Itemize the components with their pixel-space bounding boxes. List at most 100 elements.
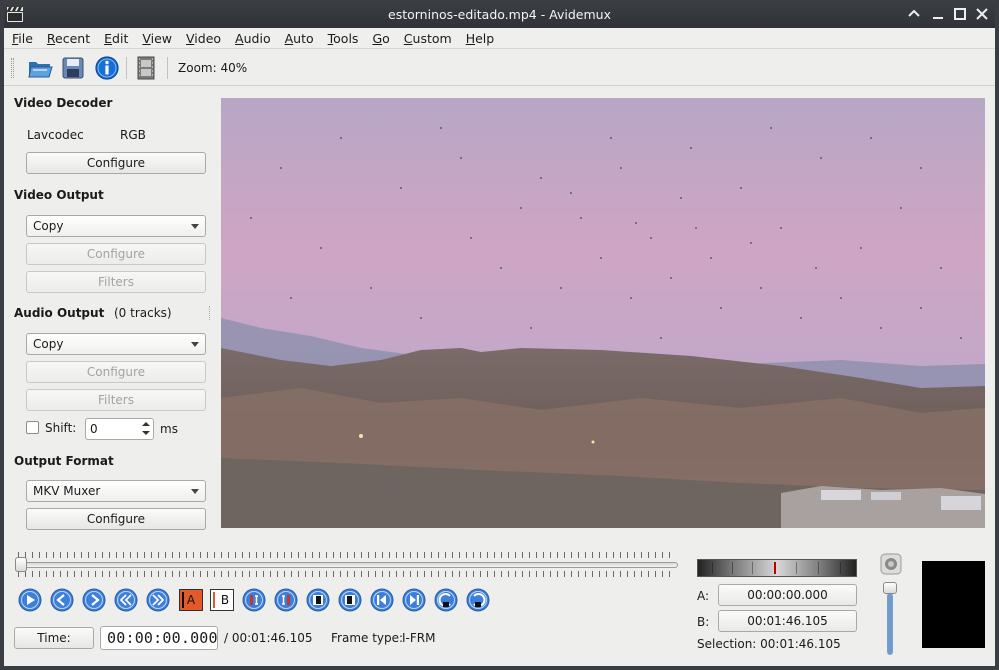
speaker-icon[interactable]: [880, 553, 902, 575]
menu-view[interactable]: View: [142, 31, 172, 46]
marker-b-letter: B: [220, 593, 230, 607]
audio-filters-button[interactable]: Filters: [26, 389, 206, 411]
output-format-value: MKV Muxer: [33, 484, 101, 498]
menu-tools[interactable]: Tools: [328, 31, 359, 46]
current-time-field[interactable]: 00:00:00.000: [100, 626, 218, 650]
next-keyframe-icon[interactable]: [146, 588, 170, 612]
previous-keyframe-icon[interactable]: [114, 588, 138, 612]
selection-duration: Selection: 00:01:46.105: [697, 637, 841, 651]
chevron-up-icon[interactable]: [906, 6, 922, 22]
frame-type-value: I-FRM: [402, 631, 436, 645]
toolbar-separator: [126, 57, 127, 79]
toolbar: Zoom: 40%: [4, 50, 995, 86]
go-first-frame-icon[interactable]: [306, 588, 330, 612]
info-icon[interactable]: [93, 54, 121, 82]
menu-recent[interactable]: Recent: [47, 31, 90, 46]
shift-unit: ms: [160, 422, 178, 436]
shift-checkbox[interactable]: [26, 421, 39, 434]
set-marker-b-icon[interactable]: B: [210, 589, 234, 611]
play-icon[interactable]: [18, 588, 42, 612]
volume-slider[interactable]: [887, 593, 893, 655]
audio-configure-button[interactable]: Configure: [26, 361, 206, 383]
settings-panel: Video Decoder Lavcodec RGB Configure Vid…: [4, 88, 214, 536]
shift-spinbox[interactable]: 0: [85, 418, 154, 440]
dropdown-arrow-icon: [191, 224, 199, 229]
timeline-slider[interactable]: [18, 562, 678, 568]
video-output-value: Copy: [33, 219, 64, 233]
video-filters-button[interactable]: Filters: [26, 271, 206, 293]
timeline-ticks: [18, 552, 674, 558]
title-bar: estorninos-editado.mp4 - Avidemux: [0, 0, 999, 28]
jog-tick: [712, 562, 713, 574]
previous-cut-icon[interactable]: [434, 588, 458, 612]
jog-shuttle[interactable]: [697, 559, 857, 577]
jog-tick: [818, 562, 819, 574]
toolbar-handle[interactable]: [11, 58, 14, 78]
decoder-configure-button[interactable]: Configure: [26, 152, 206, 174]
audio-meter: [922, 561, 985, 648]
set-marker-a-icon[interactable]: A: [179, 589, 203, 611]
close-icon[interactable]: [974, 6, 990, 22]
go-last-frame-icon[interactable]: [338, 588, 362, 612]
output-format-heading: Output Format: [14, 454, 114, 468]
marker-bar: [213, 592, 215, 608]
zoom-label: Zoom: 40%: [178, 61, 248, 75]
video-configure-button[interactable]: Configure: [26, 243, 206, 265]
next-black-frame-icon[interactable]: [274, 588, 298, 612]
total-duration: / 00:01:46.105: [224, 631, 313, 645]
jog-tick: [732, 562, 733, 574]
decoder-format: RGB: [120, 128, 146, 142]
menu-help[interactable]: Help: [466, 31, 495, 46]
video-preview[interactable]: [221, 98, 985, 528]
marker-bar: [182, 592, 184, 608]
toolbar-separator: [167, 57, 168, 79]
shift-value: 0: [90, 422, 98, 436]
video-output-select[interactable]: Copy: [26, 215, 206, 237]
dropdown-arrow-icon: [191, 489, 199, 494]
window-title: estorninos-editado.mp4 - Avidemux: [388, 7, 611, 22]
audio-output-heading: Audio Output: [14, 306, 105, 320]
previous-black-frame-icon[interactable]: [242, 588, 266, 612]
timeline-handle[interactable]: [15, 557, 27, 572]
jog-tick: [752, 562, 753, 574]
panel-splitter[interactable]: [209, 306, 210, 320]
menu-custom[interactable]: Custom: [404, 31, 452, 46]
go-marker-a-icon[interactable]: [370, 588, 394, 612]
time-button[interactable]: Time:: [14, 627, 94, 649]
open-icon[interactable]: [26, 54, 54, 82]
previous-frame-icon[interactable]: [50, 588, 74, 612]
dropdown-arrow-icon: [191, 342, 199, 347]
video-output-heading: Video Output: [14, 188, 104, 202]
menu-audio[interactable]: Audio: [235, 31, 271, 46]
menu-auto[interactable]: Auto: [285, 31, 314, 46]
menu-video[interactable]: Video: [186, 31, 221, 46]
next-cut-icon[interactable]: [466, 588, 490, 612]
decoder-codec: Lavcodec: [27, 128, 84, 142]
menu-edit[interactable]: Edit: [104, 31, 128, 46]
menu-bar: File Recent Edit View Video Audio Auto T…: [4, 28, 995, 49]
timeline-ticks: [18, 571, 674, 577]
volume-handle[interactable]: [883, 582, 897, 594]
muxer-configure-button[interactable]: Configure: [26, 508, 206, 530]
jog-marker: [774, 562, 776, 574]
next-frame-icon[interactable]: [82, 588, 106, 612]
audio-output-value: Copy: [33, 337, 64, 351]
minimize-icon[interactable]: [930, 6, 946, 22]
save-icon[interactable]: [59, 54, 87, 82]
menu-file[interactable]: File: [12, 31, 33, 46]
jog-tick: [796, 562, 797, 574]
marker-a-label: A:: [697, 589, 710, 603]
audio-tracks-count: (0 tracks): [114, 306, 172, 320]
video-decoder-heading: Video Decoder: [14, 96, 113, 110]
go-marker-b-icon[interactable]: [402, 588, 426, 612]
filmstrip-icon[interactable]: [132, 54, 160, 82]
spin-down-icon[interactable]: [139, 429, 152, 439]
marker-a-button[interactable]: 00:00:00.000: [718, 584, 857, 606]
marker-b-label: B:: [697, 615, 710, 629]
maximize-icon[interactable]: [952, 6, 968, 22]
audio-output-select[interactable]: Copy: [26, 333, 206, 355]
spin-up-icon[interactable]: [139, 419, 152, 429]
output-format-select[interactable]: MKV Muxer: [26, 480, 206, 502]
menu-go[interactable]: Go: [372, 31, 389, 46]
marker-b-button[interactable]: 00:01:46.105: [718, 610, 857, 632]
